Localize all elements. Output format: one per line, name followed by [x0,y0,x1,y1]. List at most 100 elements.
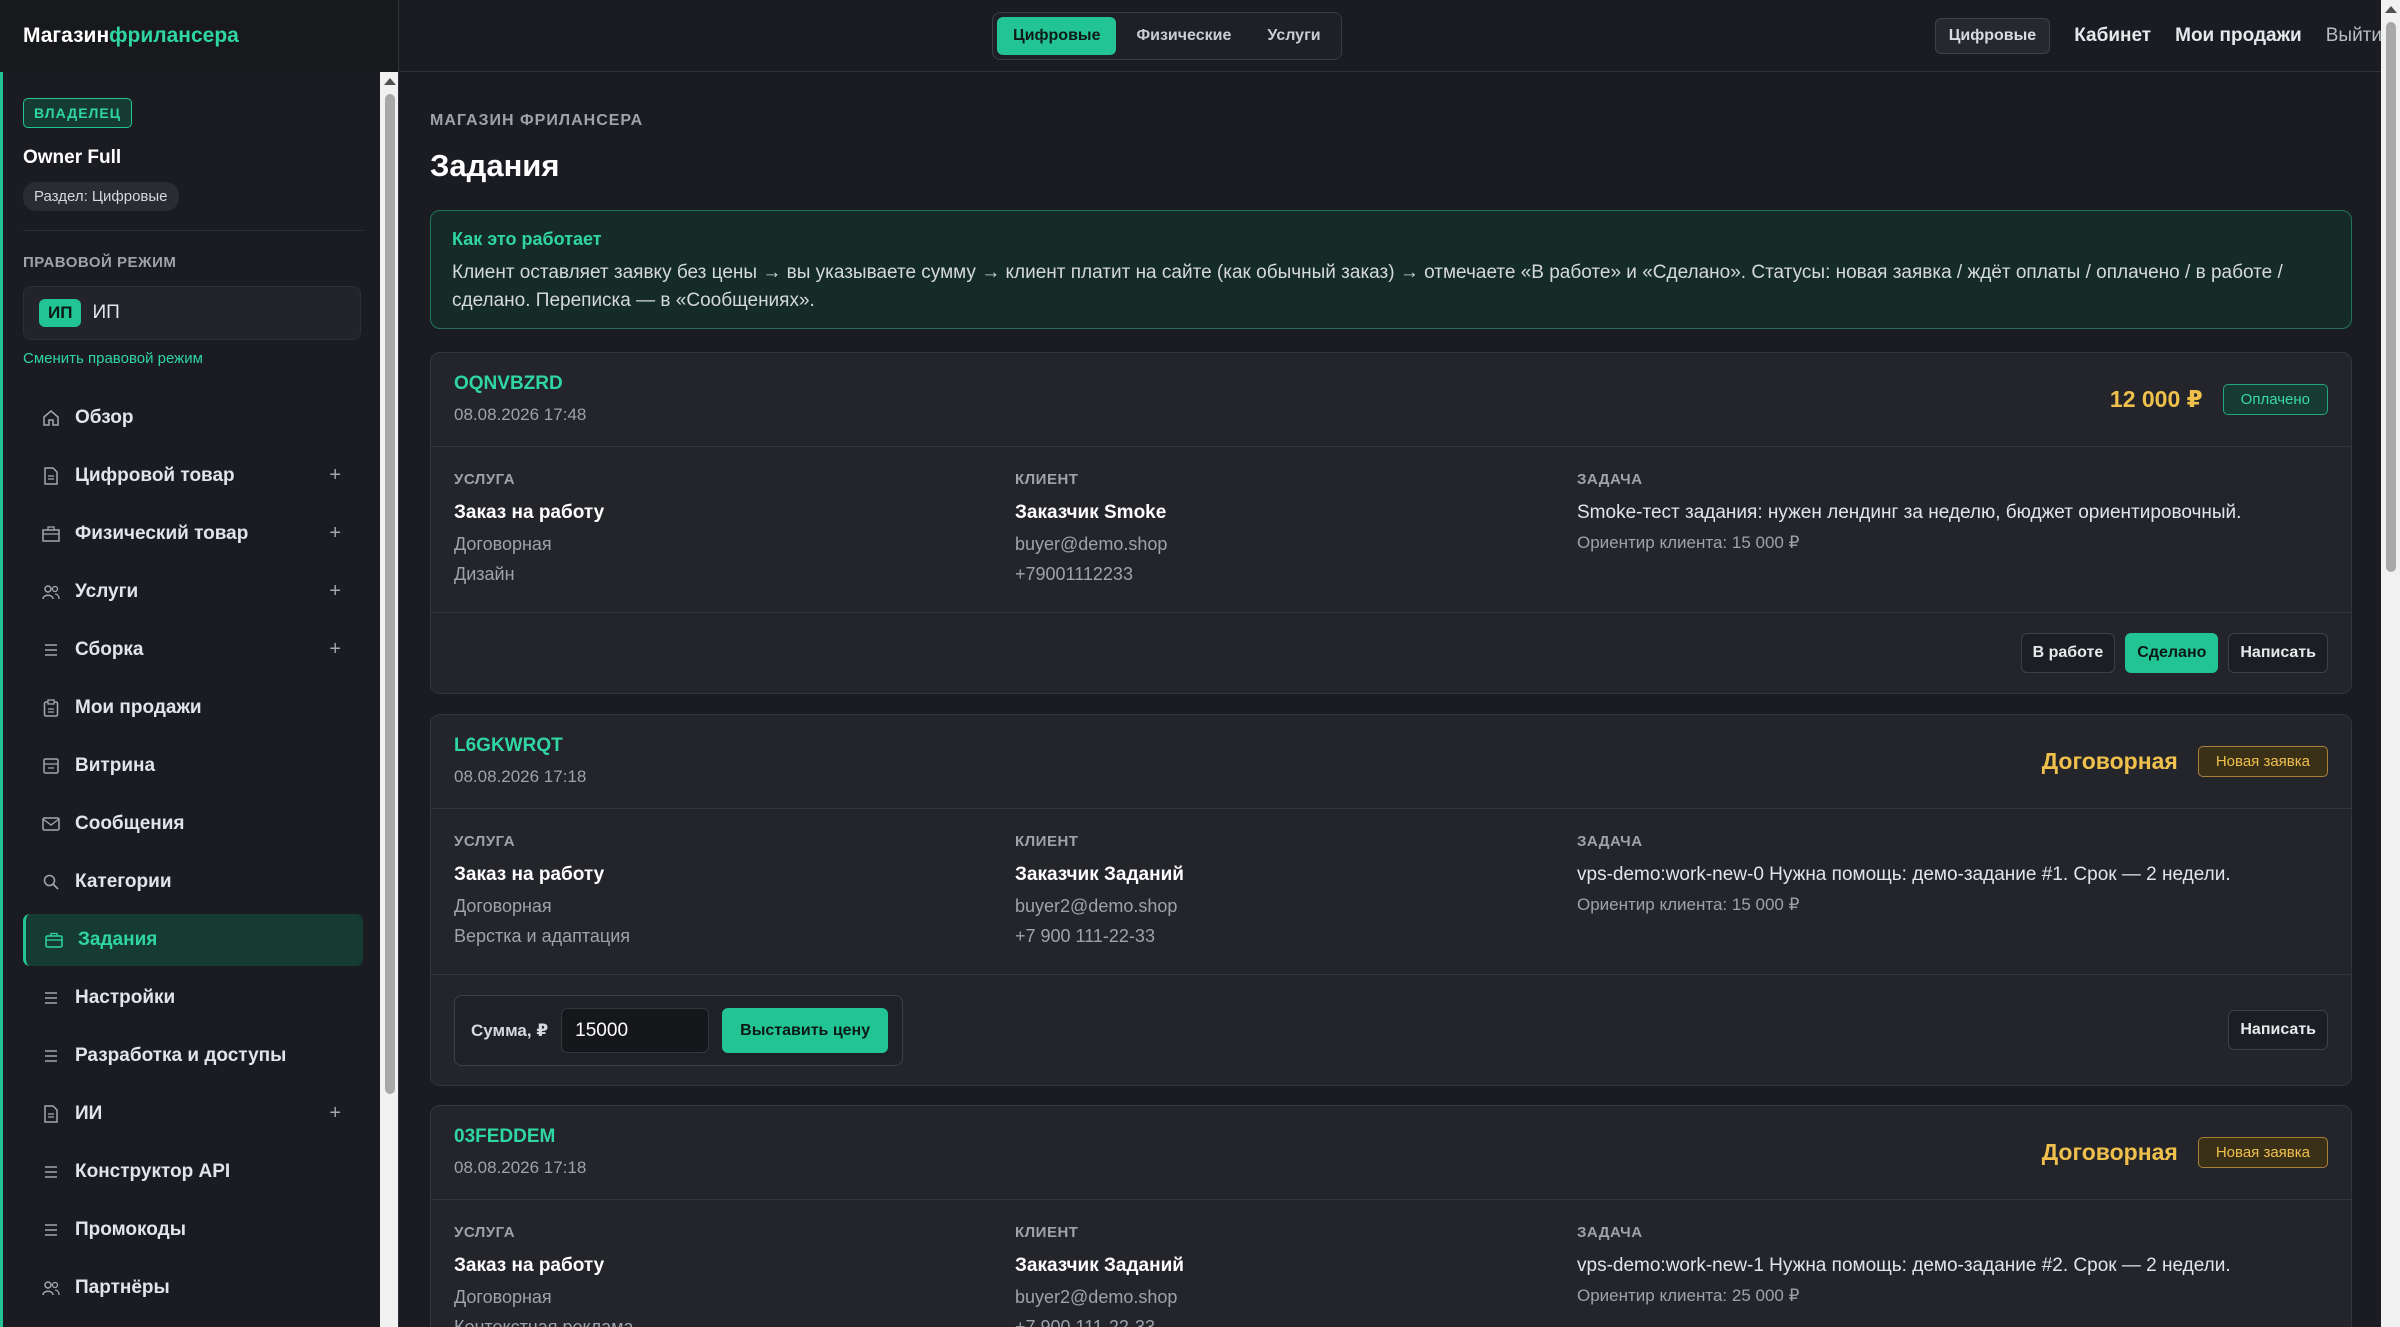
order-price-status: Договорная Новая заявка [2042,1137,2328,1168]
task-budget: Ориентир клиента: 25 000 ₽ [1577,1286,1800,1305]
page-scrollbar[interactable] [2381,0,2400,1327]
sidebar-item-development[interactable]: Разработка и доступы [23,1030,363,1082]
sidebar-item-partners[interactable]: Партнёры [23,1262,363,1314]
mail-icon [41,814,61,834]
order-service-column: УСЛУГА Заказ на работу Договорная Дизайн [454,471,604,594]
client-phone: +7 900 111-22-33 [1015,1317,1155,1327]
list-icon [41,640,61,660]
in-progress-button[interactable]: В работе [2020,633,2116,673]
sidebar-item-messages[interactable]: Сообщения [23,798,363,850]
service-type: Договорная [454,1287,552,1307]
plus-icon[interactable]: + [329,638,341,661]
briefcase-icon [44,930,64,950]
nav-logout[interactable]: Выйти [2326,25,2382,47]
order-price-status: 12 000 ₽ Оплачено [2110,384,2328,415]
order-price: Договорная [2041,748,2178,774]
service-category: Верстка и адаптация [454,926,631,946]
order-code[interactable]: 03FEDDEM [454,1126,555,1148]
role-badge: ВЛАДЕЛЕЦ [23,98,132,128]
price-amount-input[interactable] [561,1008,710,1053]
list-icon [41,1046,61,1066]
order-card: OQNVBZRD 08.08.2026 17:48 12 000 ₽ Оплач… [430,352,2352,694]
sidebar-scroll-thumb[interactable] [385,94,395,1094]
client-name: Заказчик Smoke [1015,502,1167,523]
task-label: ЗАДАЧА [1577,471,1643,488]
sidebar-item-physical-goods[interactable]: Физический товар + [23,508,363,560]
sidebar-item-storefront[interactable]: Витрина [23,740,363,792]
sidebar-item-tasks[interactable]: Задания [23,914,363,966]
change-legal-mode-link[interactable]: Сменить правовой режим [23,350,203,367]
order-task-column: ЗАДАЧА vps-demo:work-new-1 Нужна помощь:… [1577,1224,2231,1306]
order-card: 03FEDDEM 08.08.2026 17:18 Договорная Нов… [430,1105,2352,1327]
order-client-column: КЛИЕНТ Заказчик Заданий buyer2@demo.shop… [1015,833,1184,956]
done-button[interactable]: Сделано [2125,633,2219,673]
service-category: Контекстная реклама [454,1317,634,1327]
document-icon [41,1104,61,1124]
service-label: УСЛУГА [454,471,516,488]
sidebar-item-services[interactable]: Услуги + [23,566,363,618]
sidebar-item-digital-goods[interactable]: Цифровой товар + [23,450,363,502]
list-icon [41,988,61,1008]
set-price-button[interactable]: Выставить цену [722,1008,889,1053]
write-button[interactable]: Написать [2228,633,2328,673]
plus-icon[interactable]: + [329,1102,341,1125]
task-label: ЗАДАЧА [1577,1224,1643,1241]
task-text: vps-demo:work-new-0 Нужна помощь: демо-з… [1577,864,2231,885]
users-icon [41,582,61,602]
segment-services[interactable]: Услуги [1251,17,1336,55]
sidebar-item-promocodes[interactable]: Промокоды [23,1204,363,1256]
sidebar-scrollbar[interactable] [380,72,399,1327]
sidebar-divider [23,230,363,231]
how-it-works-box: Как это работает Клиент оставляет заявку… [430,210,2352,329]
mode-pill[interactable]: Цифровые [1934,18,2051,54]
info-title: Как это работает [452,229,602,249]
order-task-column: ЗАДАЧА vps-demo:work-new-0 Нужна помощь:… [1577,833,2231,915]
nav-my-sales[interactable]: Мои продажи [2175,25,2302,47]
sidebar-item-ai[interactable]: ИИ + [23,1088,363,1140]
order-code[interactable]: OQNVBZRD [454,373,563,395]
plus-icon[interactable]: + [329,464,341,487]
order-service-column: УСЛУГА Заказ на работу Договорная Контек… [454,1224,634,1327]
sidebar-item-assembly[interactable]: Сборка + [23,624,363,676]
document-icon [41,466,61,486]
sidebar-item-api-builder[interactable]: Конструктор API [23,1146,363,1198]
order-card-footer: В работе Сделано Написать [431,613,2351,693]
segment-physical[interactable]: Физические [1120,17,1247,55]
order-date: 08.08.2026 17:18 [454,1158,587,1177]
plus-icon[interactable]: + [329,522,341,545]
order-card-header: OQNVBZRD 08.08.2026 17:48 12 000 ₽ Оплач… [431,353,2351,447]
category-switcher: Цифровые Физические Услуги [992,12,1342,60]
service-name: Заказ на работу [454,1255,605,1276]
order-code[interactable]: L6GKWRQT [454,735,563,757]
nav-cabinet[interactable]: Кабинет [2074,25,2151,47]
sidebar-item-overview[interactable]: Обзор [23,392,363,444]
write-button[interactable]: Написать [2228,1010,2328,1050]
page-scroll-thumb[interactable] [2386,22,2396,572]
order-service-column: УСЛУГА Заказ на работу Договорная Верстк… [454,833,630,956]
sidebar-item-categories[interactable]: Категории [23,856,363,908]
order-card-body: УСЛУГА Заказ на работу Договорная Дизайн… [431,447,2351,613]
sidebar-item-settings[interactable]: Настройки [23,972,363,1024]
sidebar-item-label: Сообщения [75,813,185,834]
legal-mode-badge: ИП [39,299,82,327]
brand-logo[interactable]: Магазинфрилансера [23,24,239,48]
sidebar-item-label: Настройки [75,987,176,1008]
scroll-up-arrow-icon[interactable] [384,78,396,85]
client-email: buyer@demo.shop [1015,534,1168,554]
status-badge: Оплачено [2222,384,2328,415]
plus-icon[interactable]: + [329,580,341,603]
segment-digital[interactable]: Цифровые [997,17,1117,55]
users-icon [41,1278,61,1298]
sidebar-item-label: Услуги [75,581,139,602]
sidebar-item-label: ИИ [75,1103,103,1124]
task-budget: Ориентир клиента: 15 000 ₽ [1577,895,1800,914]
brand-area: Магазинфрилансера [0,0,399,72]
sidebar-item-label: Мои продажи [75,697,202,718]
client-name: Заказчик Заданий [1015,1255,1184,1276]
scroll-up-arrow-icon[interactable] [2385,6,2397,13]
client-label: КЛИЕНТ [1015,1224,1079,1241]
client-phone: +7 900 111-22-33 [1015,926,1155,946]
price-amount-label: Сумма, ₽ [471,1020,549,1040]
page-title: Задания [430,148,560,183]
sidebar-item-my-sales[interactable]: Мои продажи [23,682,363,734]
